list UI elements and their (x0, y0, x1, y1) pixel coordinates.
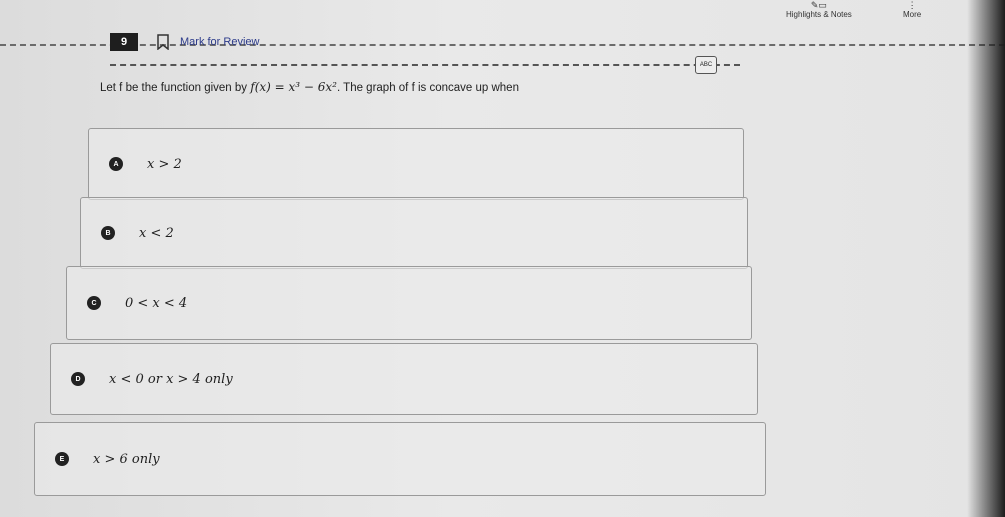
function-expression: f(x) = x³ − 6x² (250, 80, 337, 94)
abc-strikethrough-icon[interactable]: ABC (695, 56, 717, 74)
question-number: 9 (110, 33, 138, 51)
question-stem: Let f be the function given by f(x) = x³… (100, 80, 519, 94)
option-letter-e: E (55, 452, 69, 466)
stem-prefix: Let f be the function given by (100, 82, 251, 94)
option-letter-c: C (87, 296, 101, 310)
bookmark-icon[interactable] (156, 34, 170, 50)
mark-for-review-button[interactable]: Mark for Review (180, 36, 259, 48)
highlight-pen-icon: ✎▭ (810, 0, 827, 10)
option-text-a: x > 2 (147, 156, 182, 172)
highlights-notes-button[interactable]: ✎▭ Highlights & Notes (786, 0, 852, 19)
more-label: More (903, 10, 922, 19)
answer-option-b[interactable]: B x < 2 (80, 197, 748, 269)
more-dots-icon: ⋮ (907, 0, 917, 10)
answer-option-a[interactable]: A x > 2 (88, 128, 744, 200)
highlights-notes-label: Highlights & Notes (786, 10, 852, 19)
stem-suffix: . The graph of f is concave up when (336, 82, 519, 94)
option-text-e: x > 6 only (93, 451, 160, 467)
answer-option-c[interactable]: C 0 < x < 4 (66, 266, 752, 340)
option-text-d: x < 0 or x > 4 only (109, 371, 233, 387)
question-header: 9 Mark for Review (110, 30, 259, 54)
option-letter-d: D (71, 372, 85, 386)
option-letter-b: B (101, 226, 115, 240)
option-letter-a: A (109, 157, 123, 171)
screen-edge-shadow (967, 0, 1005, 517)
answer-option-e[interactable]: E x > 6 only (34, 422, 766, 496)
answer-option-d[interactable]: D x < 0 or x > 4 only (50, 343, 758, 415)
option-text-c: 0 < x < 4 (125, 295, 188, 311)
option-text-b: x < 2 (139, 225, 174, 241)
header-divider (110, 64, 740, 66)
more-button[interactable]: ⋮ More (903, 0, 921, 19)
